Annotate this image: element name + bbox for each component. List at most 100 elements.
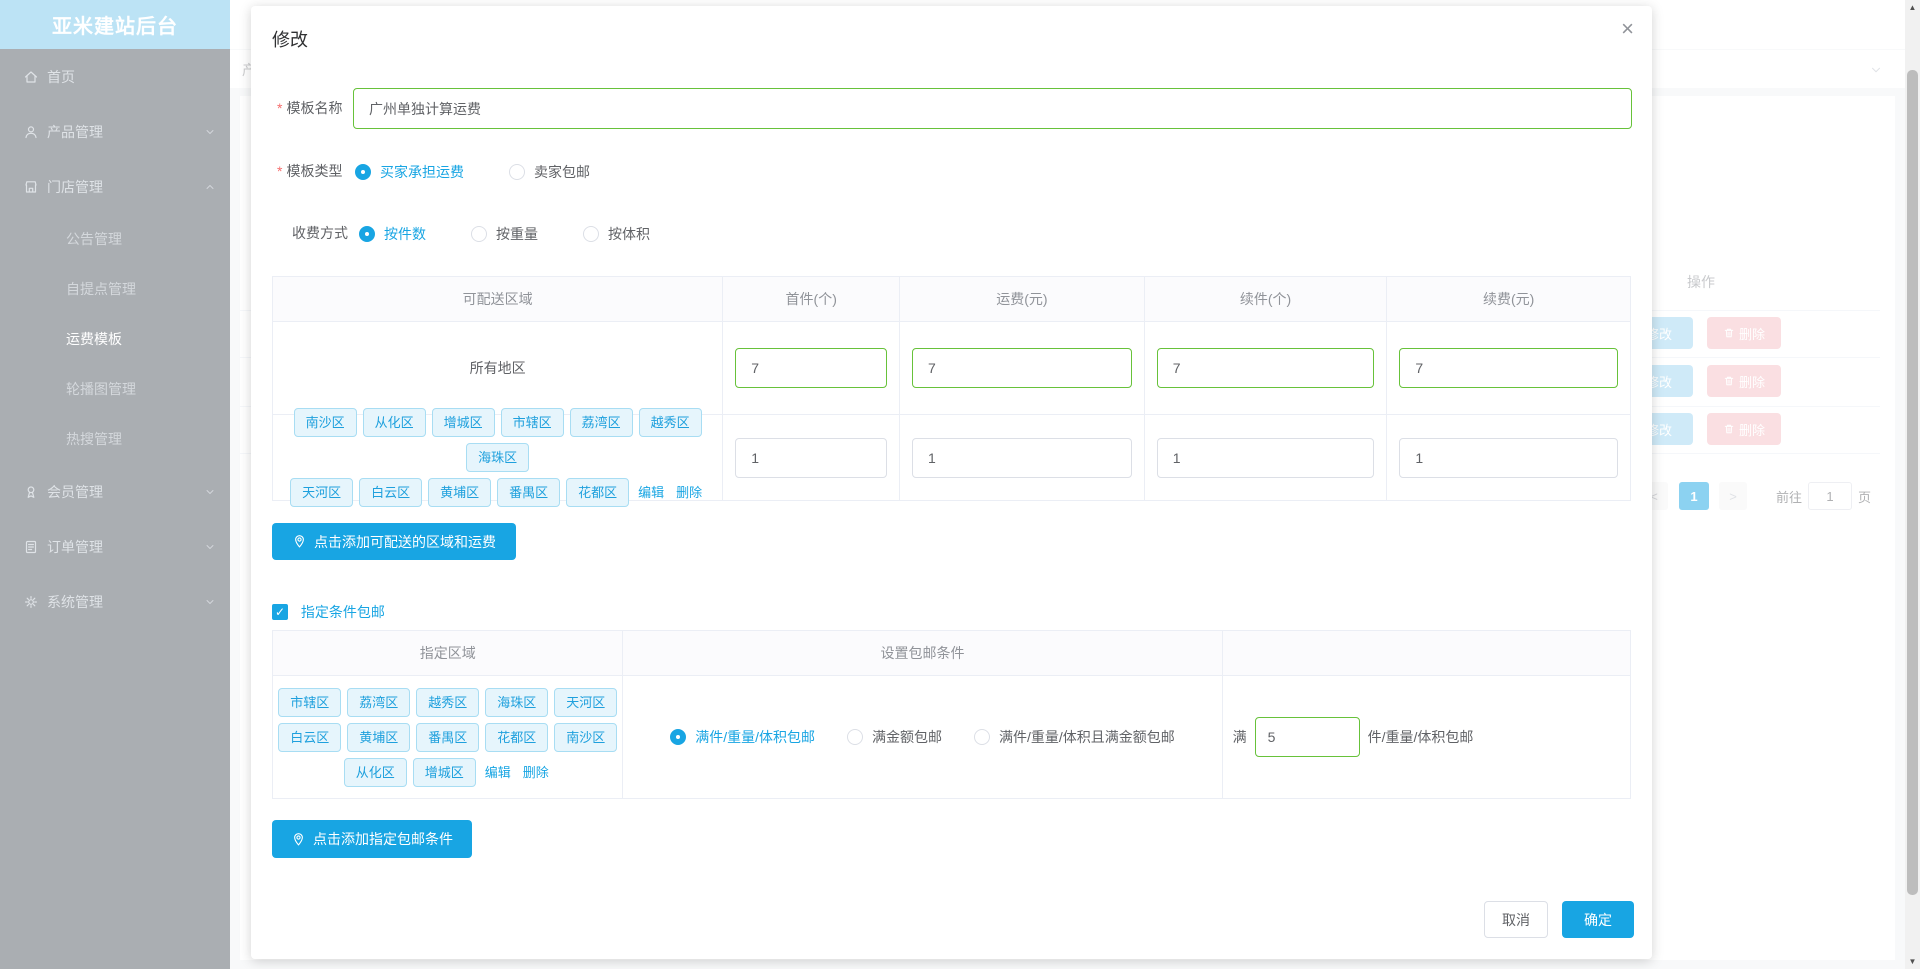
radio-by-weight[interactable]: 按重量 <box>471 224 538 244</box>
location-pin-icon <box>295 535 304 548</box>
add-condition-button-label: 点击添加指定包邮条件 <box>313 831 453 847</box>
location-pin-icon <box>294 832 303 845</box>
column-header <box>1222 631 1630 675</box>
delete-areas-link[interactable]: 删除 <box>523 765 549 780</box>
area-tag[interactable]: 番禺区 <box>497 478 561 507</box>
conditional-free-shipping-checkbox[interactable]: ✓ 指定条件包邮 <box>272 602 385 622</box>
first-piece-input[interactable] <box>735 437 888 478</box>
table-row: 所有地区 <box>273 322 1630 415</box>
area-tag[interactable]: 南沙区 <box>554 722 618 752</box>
required-asterisk: * <box>277 100 283 116</box>
checkbox-label: 指定条件包邮 <box>300 604 385 620</box>
column-header: 续件(个) <box>1144 277 1388 321</box>
column-header: 可配送区域 <box>273 277 724 321</box>
radio-icon <box>974 729 991 745</box>
area-tag[interactable]: 市辖区 <box>500 408 564 437</box>
first-fee-input[interactable] <box>912 348 1132 388</box>
area-tag[interactable]: 天河区 <box>290 478 354 507</box>
column-header: 运费(元) <box>900 277 1145 321</box>
area-tag[interactable]: 荔湾区 <box>347 687 411 717</box>
threshold-cell: 满 件/重量/体积包邮 <box>1223 676 1630 798</box>
add-free-shipping-condition-button[interactable]: 点击添加指定包邮条件 <box>272 820 472 858</box>
cancel-button[interactable]: 取消 <box>1484 901 1548 938</box>
additional-fee-input[interactable] <box>1399 437 1619 478</box>
table-header-row: 可配送区域 首件(个) 运费(元) 续件(个) 续费(元) <box>273 277 1630 322</box>
threshold-input[interactable] <box>1254 717 1360 757</box>
area-tag[interactable]: 越秀区 <box>416 687 480 717</box>
dialog-title: 修改 <box>272 30 308 50</box>
free-shipping-area-tags: 市辖区 荔湾区 越秀区 海珠区 天河区 白云区 黄埔区 番禺区 花都区 南沙区 从化区 增城区 编辑… <box>273 685 622 790</box>
scroll-up-icon[interactable]: ▲ <box>1905 0 1920 15</box>
edit-dialog: 修改 × *模板名称 *模板类型 买家承担运费 卖家包邮 收费方式 按件数 按重… <box>251 6 1652 959</box>
area-tag[interactable]: 荔湾区 <box>569 408 633 437</box>
confirm-button[interactable]: 确定 <box>1562 901 1634 938</box>
delete-areas-link[interactable]: 删除 <box>676 485 702 500</box>
additional-piece-input[interactable] <box>1156 348 1375 388</box>
table-header-row: 指定区域 设置包邮条件 <box>273 631 1630 676</box>
area-tag[interactable]: 白云区 <box>278 722 342 752</box>
dialog-footer: 取消 确定 <box>1484 901 1634 938</box>
scrollbar-thumb[interactable] <box>1907 70 1918 895</box>
scrollbar[interactable]: ▲ ▼ <box>1905 0 1920 969</box>
column-header: 首件(个) <box>723 277 901 321</box>
threshold-prefix: 满 <box>1232 729 1247 745</box>
required-asterisk: * <box>277 163 283 179</box>
area-tag[interactable]: 花都区 <box>485 722 549 752</box>
all-areas-cell: 所有地区 <box>273 322 724 414</box>
area-tag[interactable]: 花都区 <box>566 478 630 507</box>
radio-by-volume[interactable]: 按体积 <box>583 224 650 244</box>
radio-by-piece[interactable]: 按件数 <box>359 224 426 244</box>
table-row: 市辖区 荔湾区 越秀区 海珠区 天河区 白云区 黄埔区 番禺区 花都区 南沙区 从化区 增城区 编辑… <box>273 676 1630 798</box>
template-name-label: * 模板名称 <box>277 100 343 116</box>
radio-free-by-quantity[interactable]: 满件/重量/体积包邮 <box>670 727 815 747</box>
area-tag[interactable]: 黄埔区 <box>428 478 492 507</box>
scroll-down-icon[interactable]: ▼ <box>1905 954 1920 969</box>
additional-fee-input[interactable] <box>1399 348 1619 388</box>
radio-icon <box>670 729 687 745</box>
checkbox-checked-icon: ✓ <box>272 604 288 620</box>
free-shipping-table: 指定区域 设置包邮条件 市辖区 荔湾区 越秀区 海珠区 天河区 白云区 黄埔区 番禺区 花都区… <box>272 630 1631 799</box>
area-tag[interactable]: 增城区 <box>412 757 476 787</box>
radio-icon <box>359 226 375 242</box>
radio-icon <box>583 226 599 242</box>
template-type-label: * 模板类型 <box>277 163 343 179</box>
area-tag[interactable]: 天河区 <box>554 687 618 717</box>
table-row: 南沙区 从化区 增城区 市辖区 荔湾区 越秀区海珠区 天河区 白云区 黄埔区 番禺区 花都区 编辑删… <box>273 408 1630 507</box>
area-tag[interactable]: 海珠区 <box>485 687 549 717</box>
area-tag[interactable]: 从化区 <box>343 757 407 787</box>
radio-icon <box>847 729 864 745</box>
radio-seller-free[interactable]: 卖家包邮 <box>509 162 590 182</box>
first-fee-input[interactable] <box>912 437 1132 478</box>
additional-piece-input[interactable] <box>1156 437 1375 478</box>
radio-icon <box>509 164 525 180</box>
radio-buyer-pays[interactable]: 买家承担运费 <box>355 162 464 182</box>
area-tag[interactable]: 增城区 <box>431 408 495 437</box>
radio-icon <box>355 164 371 180</box>
first-piece-input[interactable] <box>735 348 888 388</box>
area-tag[interactable]: 番禺区 <box>416 722 480 752</box>
threshold-suffix: 件/重量/体积包邮 <box>1367 729 1474 745</box>
page-root: 亚米建站后台 首页 产品管理 门店管理 公告管理 自提点管理 运费模板 轮播图管… <box>0 0 1920 969</box>
area-tag[interactable]: 南沙区 <box>293 408 357 437</box>
area-tag-list: 南沙区 从化区 增城区 市辖区 荔湾区 越秀区海珠区 天河区 白云区 黄埔区 番禺区 花都区 编辑删… <box>273 405 722 510</box>
area-tag[interactable]: 市辖区 <box>278 687 342 717</box>
area-tag[interactable]: 从化区 <box>362 408 426 437</box>
close-icon[interactable]: × <box>1621 18 1634 40</box>
shipping-fee-table: 可配送区域 首件(个) 运费(元) 续件(个) 续费(元) 所有地区 南沙区从化… <box>272 276 1631 507</box>
column-header: 指定区域 <box>273 631 624 675</box>
area-tag[interactable]: 海珠区 <box>466 443 530 472</box>
area-tag[interactable]: 越秀区 <box>638 408 702 437</box>
template-name-input[interactable] <box>353 88 1632 129</box>
radio-icon <box>471 226 487 242</box>
column-header: 续费(元) <box>1387 277 1630 321</box>
column-header: 设置包邮条件 <box>623 631 1223 675</box>
add-area-button-label: 点击添加可配送的区域和运费 <box>314 533 496 550</box>
area-tag[interactable]: 黄埔区 <box>347 722 411 752</box>
radio-free-by-both[interactable]: 满件/重量/体积且满金额包邮 <box>974 727 1175 747</box>
charge-method-label: 收费方式 <box>292 225 348 241</box>
edit-areas-link[interactable]: 编辑 <box>638 485 664 500</box>
edit-areas-link[interactable]: 编辑 <box>485 765 511 780</box>
radio-free-by-amount[interactable]: 满金额包邮 <box>847 727 942 747</box>
area-tag[interactable]: 白云区 <box>359 478 423 507</box>
add-delivery-area-button[interactable]: 点击添加可配送的区域和运费 <box>272 523 516 560</box>
